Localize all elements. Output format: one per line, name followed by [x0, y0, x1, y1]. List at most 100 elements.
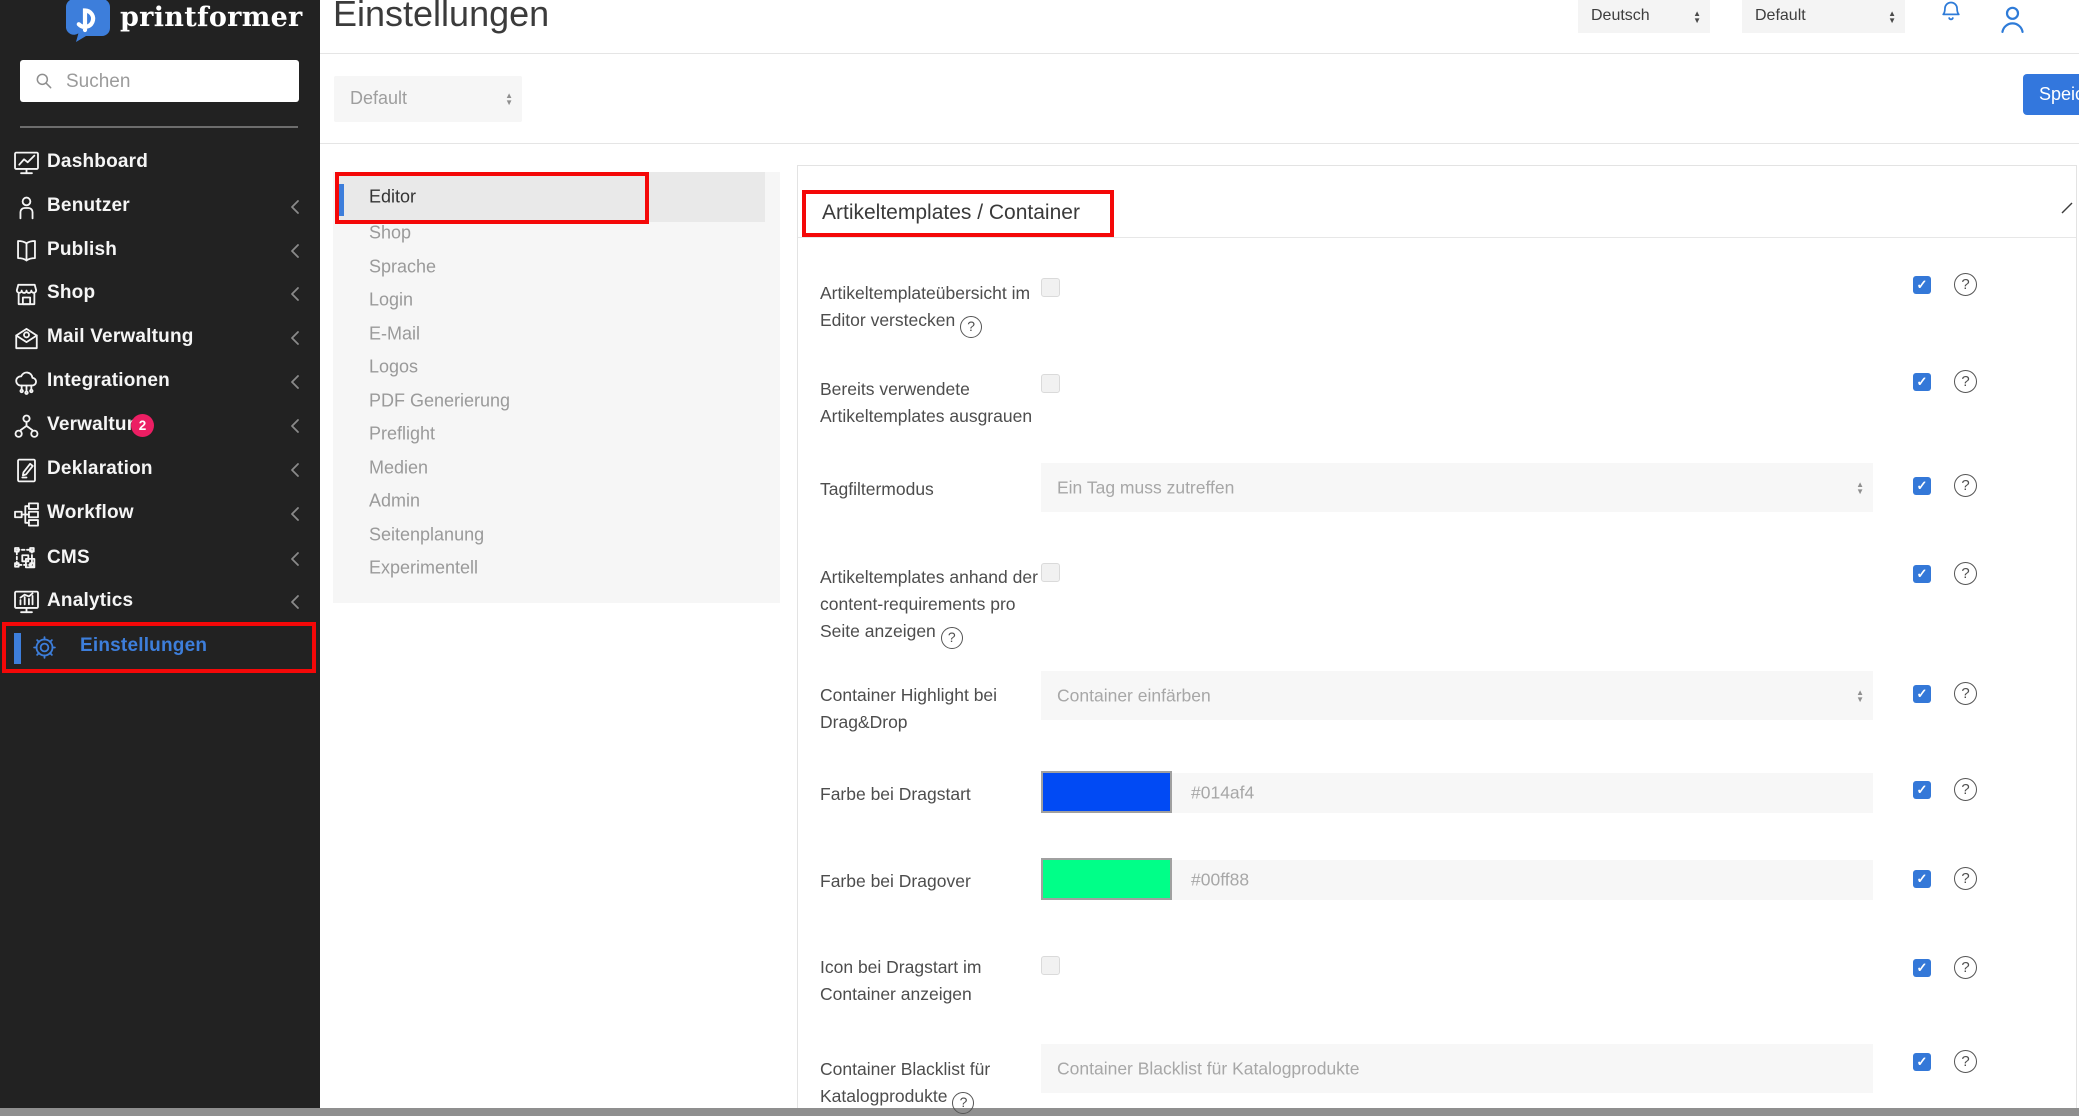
setting-input-8[interactable]: Container Blacklist für Katalogprodukte — [1041, 1044, 1873, 1093]
color-swatch[interactable] — [1041, 858, 1172, 900]
notifications-bell-icon[interactable] — [1938, 0, 1964, 30]
sidebar: printformer DashboardBenutzerPublishShop… — [0, 0, 320, 1116]
sidebar-item-label: Integrationen — [47, 370, 170, 392]
setting-label-artikeltemplates-anhand-der-content-requ: Artikeltemplates anhand der content-requ… — [820, 564, 1048, 649]
sidebar-item-shop[interactable]: Shop — [0, 272, 320, 316]
sidebar-item-label: Workflow — [47, 502, 134, 524]
setting-checkbox-1[interactable] — [1041, 374, 1060, 393]
sidebar-item-publish[interactable]: Publish — [0, 229, 320, 273]
help-icon[interactable]: ? — [1954, 956, 1977, 979]
setting-label-artikeltemplate-bersicht-im-editor-verst: Artikeltemplateübersicht im Editor verst… — [820, 280, 1048, 338]
help-icon[interactable]: ? — [1954, 1050, 1977, 1073]
enabled-checkbox-8[interactable]: ✓ — [1913, 1053, 1931, 1071]
subnav-item-editor[interactable]: Editor — [337, 172, 765, 222]
select-arrows-icon: ▲▼ — [505, 92, 513, 106]
gear-icon — [30, 633, 59, 667]
subnav-item-label: Admin — [369, 491, 420, 512]
save-button[interactable]: Speichern — [2023, 74, 2079, 115]
sidebar-item-label: Benutzer — [47, 195, 130, 217]
language-select[interactable]: Deutsch ▲▼ — [1578, 0, 1710, 33]
enabled-checkbox-6[interactable]: ✓ — [1913, 870, 1931, 888]
sidebar-item-dashboard[interactable]: Dashboard — [0, 141, 320, 185]
setting-select-2[interactable]: Ein Tag muss zutreffen▲▼ — [1041, 463, 1873, 512]
subnav-item-sprache[interactable]: Sprache — [333, 253, 780, 281]
help-icon[interactable]: ? — [941, 627, 963, 649]
subnav-item-shop[interactable]: Shop — [333, 219, 780, 247]
setting-checkbox-7[interactable] — [1041, 956, 1060, 975]
sidebar-item-cms[interactable]: CMS — [0, 537, 320, 581]
sidebar-item-benutzer[interactable]: Benutzer — [0, 185, 320, 229]
sidebar-item-integrationen[interactable]: Integrationen — [0, 360, 320, 404]
color-swatch[interactable] — [1041, 771, 1172, 813]
enabled-checkbox-5[interactable]: ✓ — [1913, 781, 1931, 799]
help-icon[interactable]: ? — [1954, 474, 1977, 497]
select-arrows-icon: ▲▼ — [1693, 10, 1701, 24]
setting-checkbox-3[interactable] — [1041, 563, 1060, 582]
color-field-5[interactable]: #014af4 — [1041, 773, 1873, 813]
help-icon[interactable]: ? — [960, 316, 982, 338]
user-profile-icon[interactable] — [1996, 3, 2029, 41]
chevron-left-icon — [290, 199, 300, 220]
chevron-left-icon — [290, 462, 300, 483]
color-field-6[interactable]: #00ff88 — [1041, 860, 1873, 900]
enabled-checkbox-4[interactable]: ✓ — [1913, 685, 1931, 703]
sidebar-item-deklaration[interactable]: Deklaration — [0, 448, 320, 492]
subnav-item-pdf-generierung[interactable]: PDF Generierung — [333, 387, 780, 415]
setting-label-icon-bei-dragstart-im-container-anzeigen: Icon bei Dragstart im Container anzeigen — [820, 954, 1048, 1008]
book-icon — [12, 237, 41, 271]
chevron-left-icon — [290, 418, 300, 439]
setting-select-4[interactable]: Container einfärben▲▼ — [1041, 671, 1873, 720]
scope-select[interactable]: Default ▲▼ — [334, 76, 522, 122]
enabled-checkbox-3[interactable]: ✓ — [1913, 565, 1931, 583]
sidebar-item-analytics[interactable]: Analytics — [0, 580, 320, 624]
subnav-item-medien[interactable]: Medien — [333, 454, 780, 482]
subnav-item-experimentell[interactable]: Experimentell — [333, 554, 780, 582]
subnav-item-preflight[interactable]: Preflight — [333, 420, 780, 448]
sidebar-item-label: Analytics — [47, 590, 133, 612]
help-icon[interactable]: ? — [1954, 867, 1977, 890]
setting-label-tagfiltermodus: Tagfiltermodus — [820, 476, 1048, 503]
subnav-item-label: Logos — [369, 357, 418, 378]
printformer-settings-page: printformer DashboardBenutzerPublishShop… — [0, 0, 2079, 1116]
tenant-select[interactable]: Default ▲▼ — [1742, 0, 1905, 33]
sidebar-item-label: Publish — [47, 239, 117, 261]
subnav-item-label: Medien — [369, 458, 428, 479]
chevron-left-icon — [290, 330, 300, 351]
help-icon[interactable]: ? — [1954, 682, 1977, 705]
storefront-icon — [12, 280, 41, 314]
setting-checkbox-0[interactable] — [1041, 278, 1060, 297]
chevron-left-icon — [290, 551, 300, 572]
subnav-item-label: Preflight — [369, 424, 435, 445]
help-icon[interactable]: ? — [1954, 562, 1977, 585]
select-arrows-icon: ▲▼ — [1888, 10, 1896, 24]
enabled-checkbox-7[interactable]: ✓ — [1913, 959, 1931, 977]
sidebar-item-workflow[interactable]: Workflow — [0, 492, 320, 536]
enabled-checkbox-2[interactable]: ✓ — [1913, 477, 1931, 495]
subnav-item-seitenplanung[interactable]: Seitenplanung — [333, 521, 780, 549]
enabled-checkbox-0[interactable]: ✓ — [1913, 276, 1931, 294]
sidebar-item-mail-verwaltung[interactable]: Mail Verwaltung — [0, 316, 320, 360]
sidebar-item-verwaltung[interactable]: Verwaltung2 — [0, 404, 320, 448]
help-icon[interactable]: ? — [1954, 778, 1977, 801]
subnav-item-e-mail[interactable]: E-Mail — [333, 320, 780, 348]
search-input[interactable] — [64, 60, 294, 104]
sidebar-item-label: Dashboard — [47, 151, 148, 173]
sidebar-item-einstellungen[interactable]: Einstellungen — [0, 625, 320, 670]
dashboard-icon — [12, 149, 41, 183]
subnav-item-label: Login — [369, 290, 413, 311]
header-divider — [320, 53, 2079, 54]
help-icon[interactable]: ? — [1954, 370, 1977, 393]
select-arrows-icon: ▲▼ — [1856, 689, 1864, 703]
enabled-checkbox-1[interactable]: ✓ — [1913, 373, 1931, 391]
help-icon[interactable]: ? — [952, 1092, 974, 1114]
subnav-item-login[interactable]: Login — [333, 286, 780, 314]
chevron-left-icon — [290, 374, 300, 395]
input-placeholder: Container Blacklist für Katalogprodukte — [1057, 1058, 1360, 1079]
subnav-item-admin[interactable]: Admin — [333, 487, 780, 515]
subnav-item-logos[interactable]: Logos — [333, 353, 780, 381]
user-icon — [12, 193, 41, 227]
help-icon[interactable]: ? — [1954, 273, 1977, 296]
active-accent-bar — [337, 184, 344, 216]
page-title: Einstellungen — [333, 0, 549, 35]
subnav-item-label: Experimentell — [369, 558, 478, 579]
